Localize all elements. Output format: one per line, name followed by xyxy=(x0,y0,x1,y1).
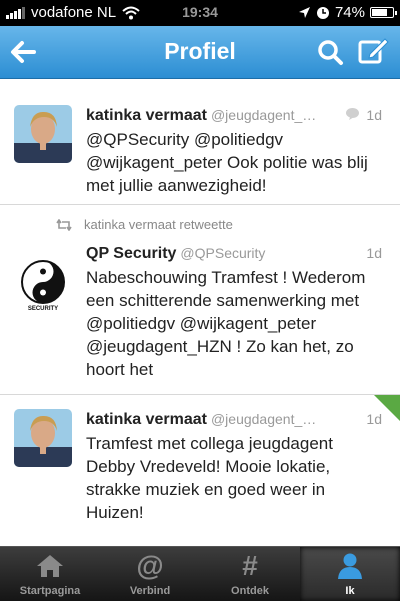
tab-verbind[interactable]: @ Verbind xyxy=(100,547,200,601)
tweet-author-handle: @jeugdagent_… xyxy=(210,107,317,123)
tab-startpagina[interactable]: Startpagina xyxy=(0,547,100,601)
status-bar: vodafone NL 19:34 74% xyxy=(0,0,400,26)
tweet-author-name[interactable]: katinka vermaat xyxy=(86,411,207,428)
hashtag-icon: # xyxy=(242,550,258,581)
person-icon xyxy=(338,553,362,579)
tweet[interactable]: katinka vermaat @jeugdagent_… 1d @QPSecur… xyxy=(0,79,400,205)
avatar[interactable]: SECURITY xyxy=(14,255,72,313)
compose-button[interactable] xyxy=(356,36,390,68)
compose-icon xyxy=(358,38,389,64)
tab-label: Ontdek xyxy=(231,585,269,597)
retweeted-by-label: katinka vermaat retweette xyxy=(84,217,233,232)
home-icon xyxy=(37,555,63,577)
navigation-bar: Profiel xyxy=(0,26,400,79)
tab-ontdek[interactable]: # Ontdek xyxy=(200,547,300,601)
tweet-author-handle: @jeugdagent_… xyxy=(210,411,317,427)
search-icon xyxy=(318,40,343,65)
tab-label: Ik xyxy=(345,585,355,597)
tweet-author-name[interactable]: katinka vermaat xyxy=(86,107,207,124)
tab-bar: Startpagina @ Verbind # Ontdek Ik xyxy=(0,546,400,601)
tab-label: Startpagina xyxy=(19,585,81,597)
at-sign-icon: @ xyxy=(136,550,164,581)
avatar[interactable] xyxy=(14,409,72,467)
avatar[interactable] xyxy=(14,105,72,163)
speech-bubble-icon xyxy=(346,108,359,120)
tweet-time: 1d xyxy=(366,107,382,123)
avatar-logo-text: SECURITY xyxy=(28,306,58,312)
battery-percentage: 74% xyxy=(334,4,365,21)
tweet-time: 1d xyxy=(366,245,382,261)
tweet-author-name[interactable]: QP Security xyxy=(86,245,176,262)
battery-icon xyxy=(370,7,397,18)
retweet-indicator: katinka vermaat retweette xyxy=(56,217,233,232)
tweet-text: Tramfest met collega jeugdagent Debby Vr… xyxy=(86,434,333,522)
tab-ik[interactable]: Ik xyxy=(300,547,400,601)
tweet-time: 1d xyxy=(366,411,382,427)
tweet-text: @QPSecurity @politiedgv @wijkagent_peter… xyxy=(86,130,368,195)
tweet-text: Nabeschouwing Tramfest ! Wederom een sch… xyxy=(86,268,366,379)
tab-label: Verbind xyxy=(129,585,171,597)
retweet-icon xyxy=(56,218,72,231)
tweet-author-handle: @QPSecurity xyxy=(180,245,266,261)
alarm-clock-icon xyxy=(316,6,329,19)
location-arrow-icon xyxy=(298,7,310,18)
tweet[interactable]: katinka vermaat @jeugdagent_… 1d Tramfest… xyxy=(0,395,400,546)
search-button[interactable] xyxy=(314,36,348,68)
tweet[interactable]: katinka vermaat retweette SECURITY QP Se… xyxy=(0,205,400,395)
timeline[interactable]: katinka vermaat @jeugdagent_… 1d @QPSecur… xyxy=(0,79,400,546)
